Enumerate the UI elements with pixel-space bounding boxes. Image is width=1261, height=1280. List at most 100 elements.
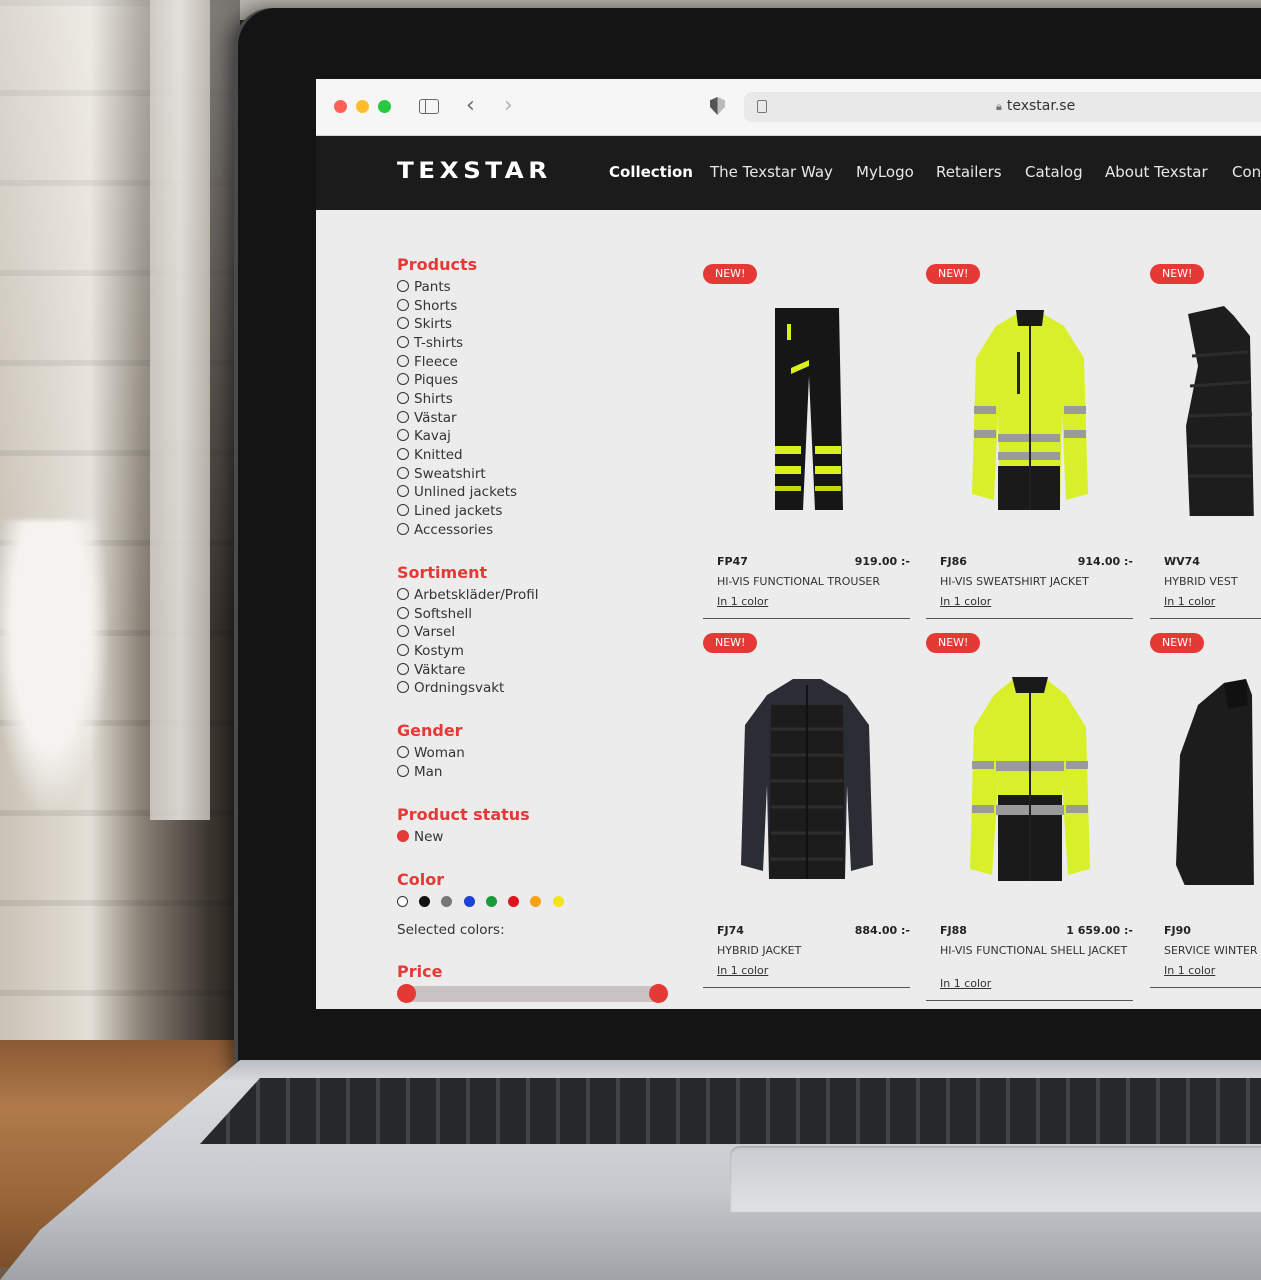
- back-arrow-icon[interactable]: ‹: [466, 95, 475, 117]
- color-swatch-green[interactable]: [486, 896, 497, 907]
- radio-icon[interactable]: [397, 765, 409, 777]
- radio-icon[interactable]: [397, 681, 409, 693]
- product-image-service-winter-jacket: [1176, 679, 1254, 885]
- product-colors-link[interactable]: In 1 color: [717, 595, 768, 608]
- filter-option[interactable]: Kavaj: [397, 428, 451, 444]
- maximize-window-button[interactable]: [378, 100, 391, 113]
- radio-icon[interactable]: [397, 429, 409, 441]
- filter-option[interactable]: Ordningsvakt: [397, 680, 504, 696]
- color-swatch-black[interactable]: [419, 896, 430, 907]
- filter-option[interactable]: Fleece: [397, 354, 458, 370]
- address-bar[interactable]: 🔒︎ texstar.se: [744, 92, 1261, 122]
- radio-icon[interactable]: [397, 663, 409, 675]
- radio-icon[interactable]: [397, 411, 409, 423]
- filter-option[interactable]: Knitted: [397, 447, 463, 463]
- color-swatch-blue[interactable]: [464, 896, 475, 907]
- radio-icon[interactable]: [397, 625, 409, 637]
- color-swatch-orange[interactable]: [530, 896, 541, 907]
- filter-option[interactable]: Unlined jackets: [397, 484, 517, 500]
- new-badge: NEW!: [703, 633, 758, 653]
- radio-icon[interactable]: [397, 485, 409, 497]
- radio-icon[interactable]: [397, 644, 409, 656]
- page-content: Products Pants Shorts Skirts T-shirts Fl…: [316, 210, 1261, 1009]
- product-name[interactable]: HYBRID JACKET: [717, 944, 907, 957]
- filter-option[interactable]: Accessories: [397, 522, 493, 538]
- laptop-trackpad: [730, 1146, 1261, 1212]
- radio-icon[interactable]: [397, 523, 409, 535]
- filter-option[interactable]: Softshell: [397, 606, 472, 622]
- sidebar-toggle-icon[interactable]: [419, 99, 439, 114]
- filter-option[interactable]: Shorts: [397, 298, 457, 314]
- price-slider-max-handle[interactable]: [649, 984, 668, 1003]
- color-swatch-white[interactable]: [397, 896, 408, 907]
- product-code: FJ74: [717, 924, 744, 937]
- minimize-window-button[interactable]: [356, 100, 369, 113]
- radio-icon[interactable]: [397, 448, 409, 460]
- product-name[interactable]: HI-VIS FUNCTIONAL TROUSER: [717, 575, 907, 588]
- radio-icon[interactable]: [397, 746, 409, 758]
- filter-option[interactable]: Woman: [397, 745, 465, 761]
- filter-option[interactable]: Piques: [397, 372, 458, 388]
- product-colors-link[interactable]: In 1 color: [717, 964, 768, 977]
- product-colors-link[interactable]: In 1 color: [1164, 595, 1215, 608]
- filter-option[interactable]: Västar: [397, 410, 457, 426]
- filter-products-title: Products: [397, 255, 478, 274]
- nav-contact[interactable]: Con: [1232, 163, 1261, 181]
- radio-icon[interactable]: [397, 317, 409, 329]
- product-name[interactable]: HI-VIS SWEATSHIRT JACKET: [940, 575, 1130, 588]
- color-swatch-grey[interactable]: [441, 896, 452, 907]
- radio-icon[interactable]: [397, 588, 409, 600]
- filter-option[interactable]: T-shirts: [397, 335, 463, 351]
- nav-about[interactable]: About Texstar: [1105, 163, 1208, 181]
- product-price: 1 659.00 :-: [1066, 924, 1133, 937]
- product-colors-link[interactable]: In 1 color: [940, 977, 991, 990]
- product-image-hybrid-vest: [1186, 306, 1254, 516]
- laptop-keyboard: [200, 1078, 1261, 1144]
- product-name[interactable]: HYBRID VEST: [1164, 575, 1261, 588]
- filter-option[interactable]: Lined jackets: [397, 503, 502, 519]
- price-slider-track[interactable]: [405, 986, 659, 1002]
- filter-option[interactable]: Väktare: [397, 662, 465, 678]
- radio-selected-icon[interactable]: [397, 830, 409, 842]
- filter-option[interactable]: Pants: [397, 279, 451, 295]
- privacy-shield-icon[interactable]: [710, 97, 725, 115]
- divider: [703, 618, 910, 619]
- filter-option[interactable]: Sweatshirt: [397, 466, 486, 482]
- product-name[interactable]: SERVICE WINTER: [1164, 944, 1261, 957]
- texstar-logo[interactable]: TEXSTAR: [397, 159, 552, 184]
- radio-icon[interactable]: [397, 504, 409, 516]
- product-code: FJ86: [940, 555, 967, 568]
- page-icon[interactable]: [757, 100, 767, 113]
- price-slider-min-handle[interactable]: [397, 984, 416, 1003]
- product-price: 914.00 :-: [1077, 555, 1133, 568]
- nav-mylogo[interactable]: MyLogo: [856, 163, 914, 181]
- nav-retailers[interactable]: Retailers: [936, 163, 1002, 181]
- color-swatch-yellow[interactable]: [553, 896, 564, 907]
- filter-option[interactable]: Skirts: [397, 316, 452, 332]
- forward-arrow-icon[interactable]: ›: [504, 95, 513, 117]
- radio-icon[interactable]: [397, 336, 409, 348]
- filter-option[interactable]: New: [397, 829, 443, 845]
- radio-icon[interactable]: [397, 392, 409, 404]
- filter-option[interactable]: Shirts: [397, 391, 453, 407]
- nav-catalog[interactable]: Catalog: [1025, 163, 1083, 181]
- filter-option[interactable]: Man: [397, 764, 442, 780]
- nav-texstar-way[interactable]: The Texstar Way: [710, 163, 833, 181]
- radio-icon[interactable]: [397, 280, 409, 292]
- radio-icon[interactable]: [397, 299, 409, 311]
- color-swatch-red[interactable]: [508, 896, 519, 907]
- product-colors-link[interactable]: In 1 color: [940, 595, 991, 608]
- radio-icon[interactable]: [397, 355, 409, 367]
- filter-option[interactable]: Varsel: [397, 624, 455, 640]
- product-colors-link[interactable]: In 1 color: [1164, 964, 1215, 977]
- filter-option[interactable]: Arbetskläder/Profil: [397, 587, 538, 603]
- laptop-screen: ‹ › 🔒︎ texstar.se TEXSTAR Collection The …: [316, 79, 1261, 1009]
- nav-collection[interactable]: Collection: [609, 163, 693, 181]
- filter-option[interactable]: Kostym: [397, 643, 464, 659]
- product-name[interactable]: HI-VIS FUNCTIONAL SHELL JACKET: [940, 944, 1130, 957]
- radio-icon[interactable]: [397, 373, 409, 385]
- close-window-button[interactable]: [334, 100, 347, 113]
- divider: [926, 618, 1133, 619]
- radio-icon[interactable]: [397, 607, 409, 619]
- radio-icon[interactable]: [397, 467, 409, 479]
